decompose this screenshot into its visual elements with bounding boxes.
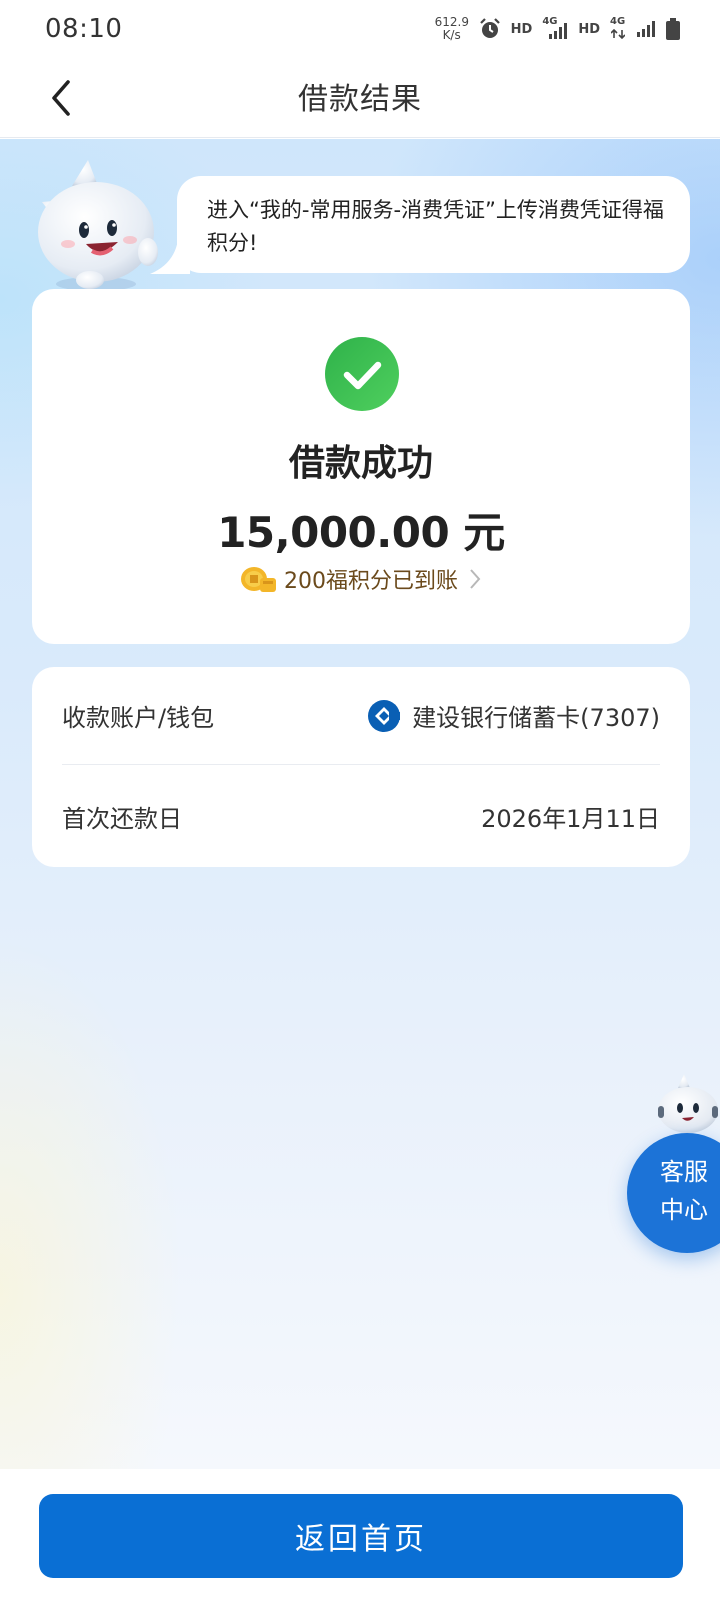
signal-4g-1: 4G bbox=[542, 16, 568, 40]
first-repayment-label: 首次还款日 bbox=[62, 804, 182, 833]
status-icons: 612.9 K/s HD 4G HD 4G bbox=[435, 16, 680, 42]
ccb-logo-icon bbox=[368, 699, 401, 732]
net-speed: 612.9 K/s bbox=[435, 16, 469, 42]
details-card: 收款账户/钱包 建设银行储蓄卡(7307) 首次还款日 2026年1月11日 bbox=[32, 667, 690, 867]
data-arrows-icon bbox=[611, 29, 625, 39]
account-row: 收款账户/钱包 建设银行储蓄卡(7307) bbox=[62, 667, 660, 765]
points-link[interactable]: 200福积分已到账 bbox=[32, 563, 690, 595]
loan-amount: 15,000.00 元 bbox=[217, 508, 505, 557]
check-circle-icon bbox=[325, 337, 399, 411]
battery-icon bbox=[666, 18, 680, 40]
account-value-wrap: 建设银行储蓄卡(7307) bbox=[368, 698, 660, 733]
return-home-button[interactable]: 返回首页 bbox=[39, 1494, 683, 1578]
alarm-icon bbox=[479, 18, 500, 38]
points-text: 200福积分已到账 bbox=[284, 569, 458, 594]
hd-indicator-1: HD bbox=[510, 21, 533, 37]
signal-icon bbox=[637, 21, 655, 37]
checkmark-icon bbox=[343, 361, 382, 390]
signal-4g-2: 4G bbox=[610, 16, 626, 40]
status-time: 08:10 bbox=[45, 14, 123, 44]
service-label-line2: 中心 bbox=[660, 1196, 708, 1224]
coin-icon bbox=[241, 567, 276, 592]
account-label: 收款账户/钱包 bbox=[62, 704, 215, 732]
first-repayment-row: 首次还款日 2026年1月11日 bbox=[62, 767, 660, 865]
bottom-bar: 返回首页 bbox=[0, 1469, 720, 1600]
service-mascot-icon bbox=[658, 1074, 718, 1133]
net-speed-unit: K/s bbox=[442, 28, 461, 42]
signal-icon bbox=[549, 23, 568, 39]
hd-indicator-2: HD bbox=[578, 21, 600, 37]
chevron-right-icon bbox=[470, 569, 481, 589]
result-card: 借款成功 15,000.00 元 200福积分已到账 bbox=[32, 289, 690, 644]
tip-bubble: 进入“我的-常用服务-消费凭证”上传消费凭证得福积分! bbox=[177, 176, 690, 273]
mascot-icon bbox=[38, 160, 158, 291]
network-type-2: 4G bbox=[610, 16, 626, 27]
page-title: 借款结果 bbox=[298, 82, 422, 117]
status-bar: 08:10 612.9 K/s HD 4G HD 4G bbox=[0, 0, 720, 58]
nav-bar: 借款结果 bbox=[0, 58, 720, 138]
service-label-line1: 客服 bbox=[660, 1158, 708, 1186]
account-value: 建设银行储蓄卡(7307) bbox=[412, 704, 660, 732]
result-title: 借款成功 bbox=[288, 443, 433, 484]
first-repayment-value: 2026年1月11日 bbox=[481, 804, 660, 833]
